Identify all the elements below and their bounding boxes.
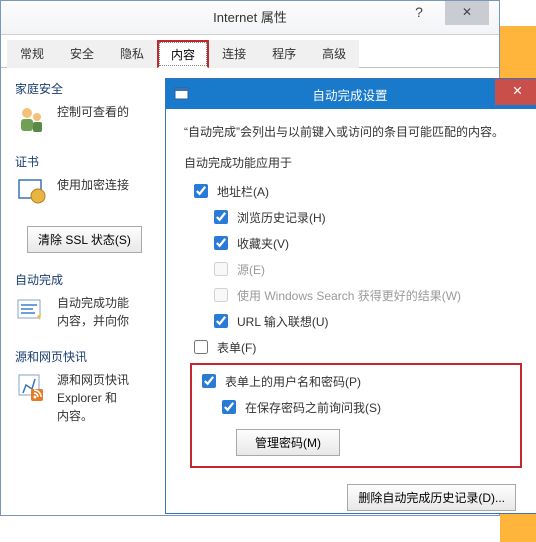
autocomplete-settings-dialog: 自动完成设置 ✕ “自动完成”会列出与以前键入或访问的条目可能匹配的内容。 自动… xyxy=(165,78,536,514)
feeds-desc: 源和网页快讯 Explorer 和 内容。 xyxy=(57,371,129,425)
tab-advanced[interactable]: 高级 xyxy=(309,40,359,68)
autocomplete-group-label: 自动完成功能应用于 xyxy=(184,154,522,171)
settings-icon xyxy=(174,86,190,102)
chk-feeds-input xyxy=(214,262,228,276)
chk-forms[interactable]: 表单(F) xyxy=(190,337,522,357)
autocomplete-desc: 自动完成功能 内容，并向你 xyxy=(57,294,129,330)
chk-form-usernames-passwords[interactable]: 表单上的用户名和密码(P) xyxy=(198,371,514,391)
password-options-highlight: 表单上的用户名和密码(P) 在保存密码之前询问我(S) 管理密码(M) xyxy=(190,363,522,468)
autocomplete-close-button[interactable]: ✕ xyxy=(495,79,536,105)
chk-feeds: 源(E) xyxy=(190,259,522,279)
help-button[interactable]: ? xyxy=(399,1,439,25)
chk-address-bar[interactable]: 地址栏(A) xyxy=(190,181,522,201)
chk-ask-before-save-password[interactable]: 在保存密码之前询问我(S) xyxy=(198,397,514,417)
chk-browsing-history-input[interactable] xyxy=(214,210,228,224)
tab-general[interactable]: 常规 xyxy=(7,40,57,68)
chk-form-usernames-passwords-input[interactable] xyxy=(202,374,216,388)
chk-windows-search: 使用 Windows Search 获得更好的结果(W) xyxy=(190,285,522,305)
close-button[interactable]: ✕ xyxy=(445,1,489,25)
chk-ask-before-save-password-input[interactable] xyxy=(222,400,236,414)
chk-favorites-label: 收藏夹(V) xyxy=(237,235,289,252)
delete-autocomplete-history-button[interactable]: 删除自动完成历史记录(D)... xyxy=(347,484,516,511)
chk-url-suggest-label: URL 输入联想(U) xyxy=(237,313,329,330)
chk-address-bar-label: 地址栏(A) xyxy=(217,183,269,200)
chk-favorites-input[interactable] xyxy=(214,236,228,250)
chk-browsing-history-label: 浏览历史记录(H) xyxy=(237,209,326,226)
chk-windows-search-input xyxy=(214,288,228,302)
tab-security[interactable]: 安全 xyxy=(57,40,107,68)
chk-forms-label: 表单(F) xyxy=(217,339,256,356)
tab-privacy[interactable]: 隐私 xyxy=(107,40,157,68)
chk-browsing-history[interactable]: 浏览历史记录(H) xyxy=(190,207,522,227)
tab-programs[interactable]: 程序 xyxy=(259,40,309,68)
autocomplete-titlebar: 自动完成设置 ✕ xyxy=(166,79,536,109)
tabs-row: 常规 安全 隐私 内容 连接 程序 高级 xyxy=(1,35,499,68)
checkbox-list: 地址栏(A) 浏览历史记录(H) 收藏夹(V) 源(E) 使用 Windows … xyxy=(184,181,522,468)
manage-passwords-button[interactable]: 管理密码(M) xyxy=(236,429,340,456)
family-safety-icon xyxy=(15,103,47,135)
chk-url-suggest-input[interactable] xyxy=(214,314,228,328)
chk-feeds-label: 源(E) xyxy=(237,261,265,278)
internet-properties-titlebar: Internet 属性 ? ✕ xyxy=(1,1,499,35)
autocomplete-desc: “自动完成”会列出与以前键入或访问的条目可能匹配的内容。 xyxy=(184,123,522,140)
tab-content[interactable]: 内容 xyxy=(157,40,209,68)
tab-connections[interactable]: 连接 xyxy=(209,40,259,68)
chk-ask-before-save-password-label: 在保存密码之前询问我(S) xyxy=(245,399,381,416)
autocomplete-icon xyxy=(15,294,47,326)
chk-url-suggest[interactable]: URL 输入联想(U) xyxy=(190,311,522,331)
chk-windows-search-label: 使用 Windows Search 获得更好的结果(W) xyxy=(237,287,461,304)
certificate-icon xyxy=(15,176,47,208)
chk-address-bar-input[interactable] xyxy=(194,184,208,198)
clear-ssl-button[interactable]: 清除 SSL 状态(S) xyxy=(27,226,142,253)
chk-form-usernames-passwords-label: 表单上的用户名和密码(P) xyxy=(225,373,361,390)
feeds-icon xyxy=(15,371,47,403)
chk-forms-input[interactable] xyxy=(194,340,208,354)
autocomplete-body: “自动完成”会列出与以前键入或访问的条目可能匹配的内容。 自动完成功能应用于 地… xyxy=(166,109,536,523)
family-desc: 控制可查看的 xyxy=(57,103,129,135)
autocomplete-title: 自动完成设置 xyxy=(200,85,536,104)
chk-favorites[interactable]: 收藏夹(V) xyxy=(190,233,522,253)
